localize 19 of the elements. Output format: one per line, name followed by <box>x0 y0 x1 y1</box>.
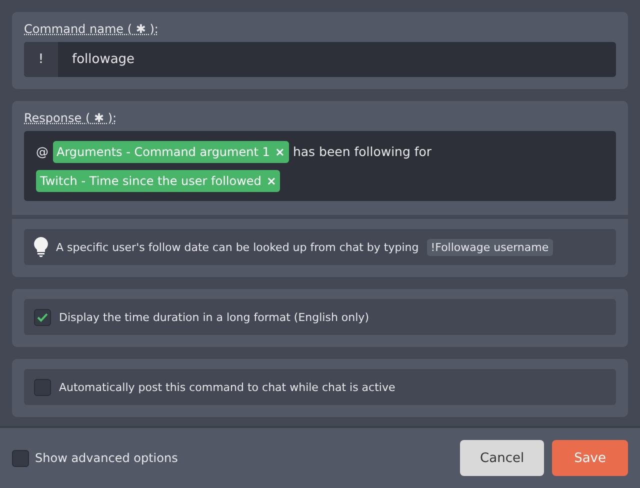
option-label: Automatically post this command to chat while chat is active <box>59 380 396 394</box>
cancel-button[interactable]: Cancel <box>460 440 544 476</box>
command-name-field[interactable]: ! followage <box>24 42 616 77</box>
field-label: Command name ( ✱ ): <box>24 22 160 36</box>
checkmark-icon <box>37 312 48 322</box>
checkbox[interactable] <box>12 450 29 466</box>
variable-tag: Twitch - Time since the user followed × <box>36 170 280 192</box>
option-label: Show advanced options <box>35 451 178 465</box>
checkbox[interactable] <box>34 308 51 326</box>
lightbulb-icon <box>34 237 48 257</box>
command-code: !Followage username <box>426 238 553 256</box>
response-text: @ <box>36 144 48 159</box>
variable-tag: Arguments - Command argument 1 × <box>52 140 289 162</box>
option-label: Display the time duration in a long format (English only) <box>59 310 369 324</box>
response-text: has been following for <box>292 144 432 159</box>
prefix-addon: ! <box>24 42 58 77</box>
checkbox[interactable] <box>34 378 51 396</box>
field-label: Response ( ✱ ): <box>24 111 118 125</box>
tip-text: A specific user's follow date can be looked up from chat by typing <box>56 240 419 254</box>
